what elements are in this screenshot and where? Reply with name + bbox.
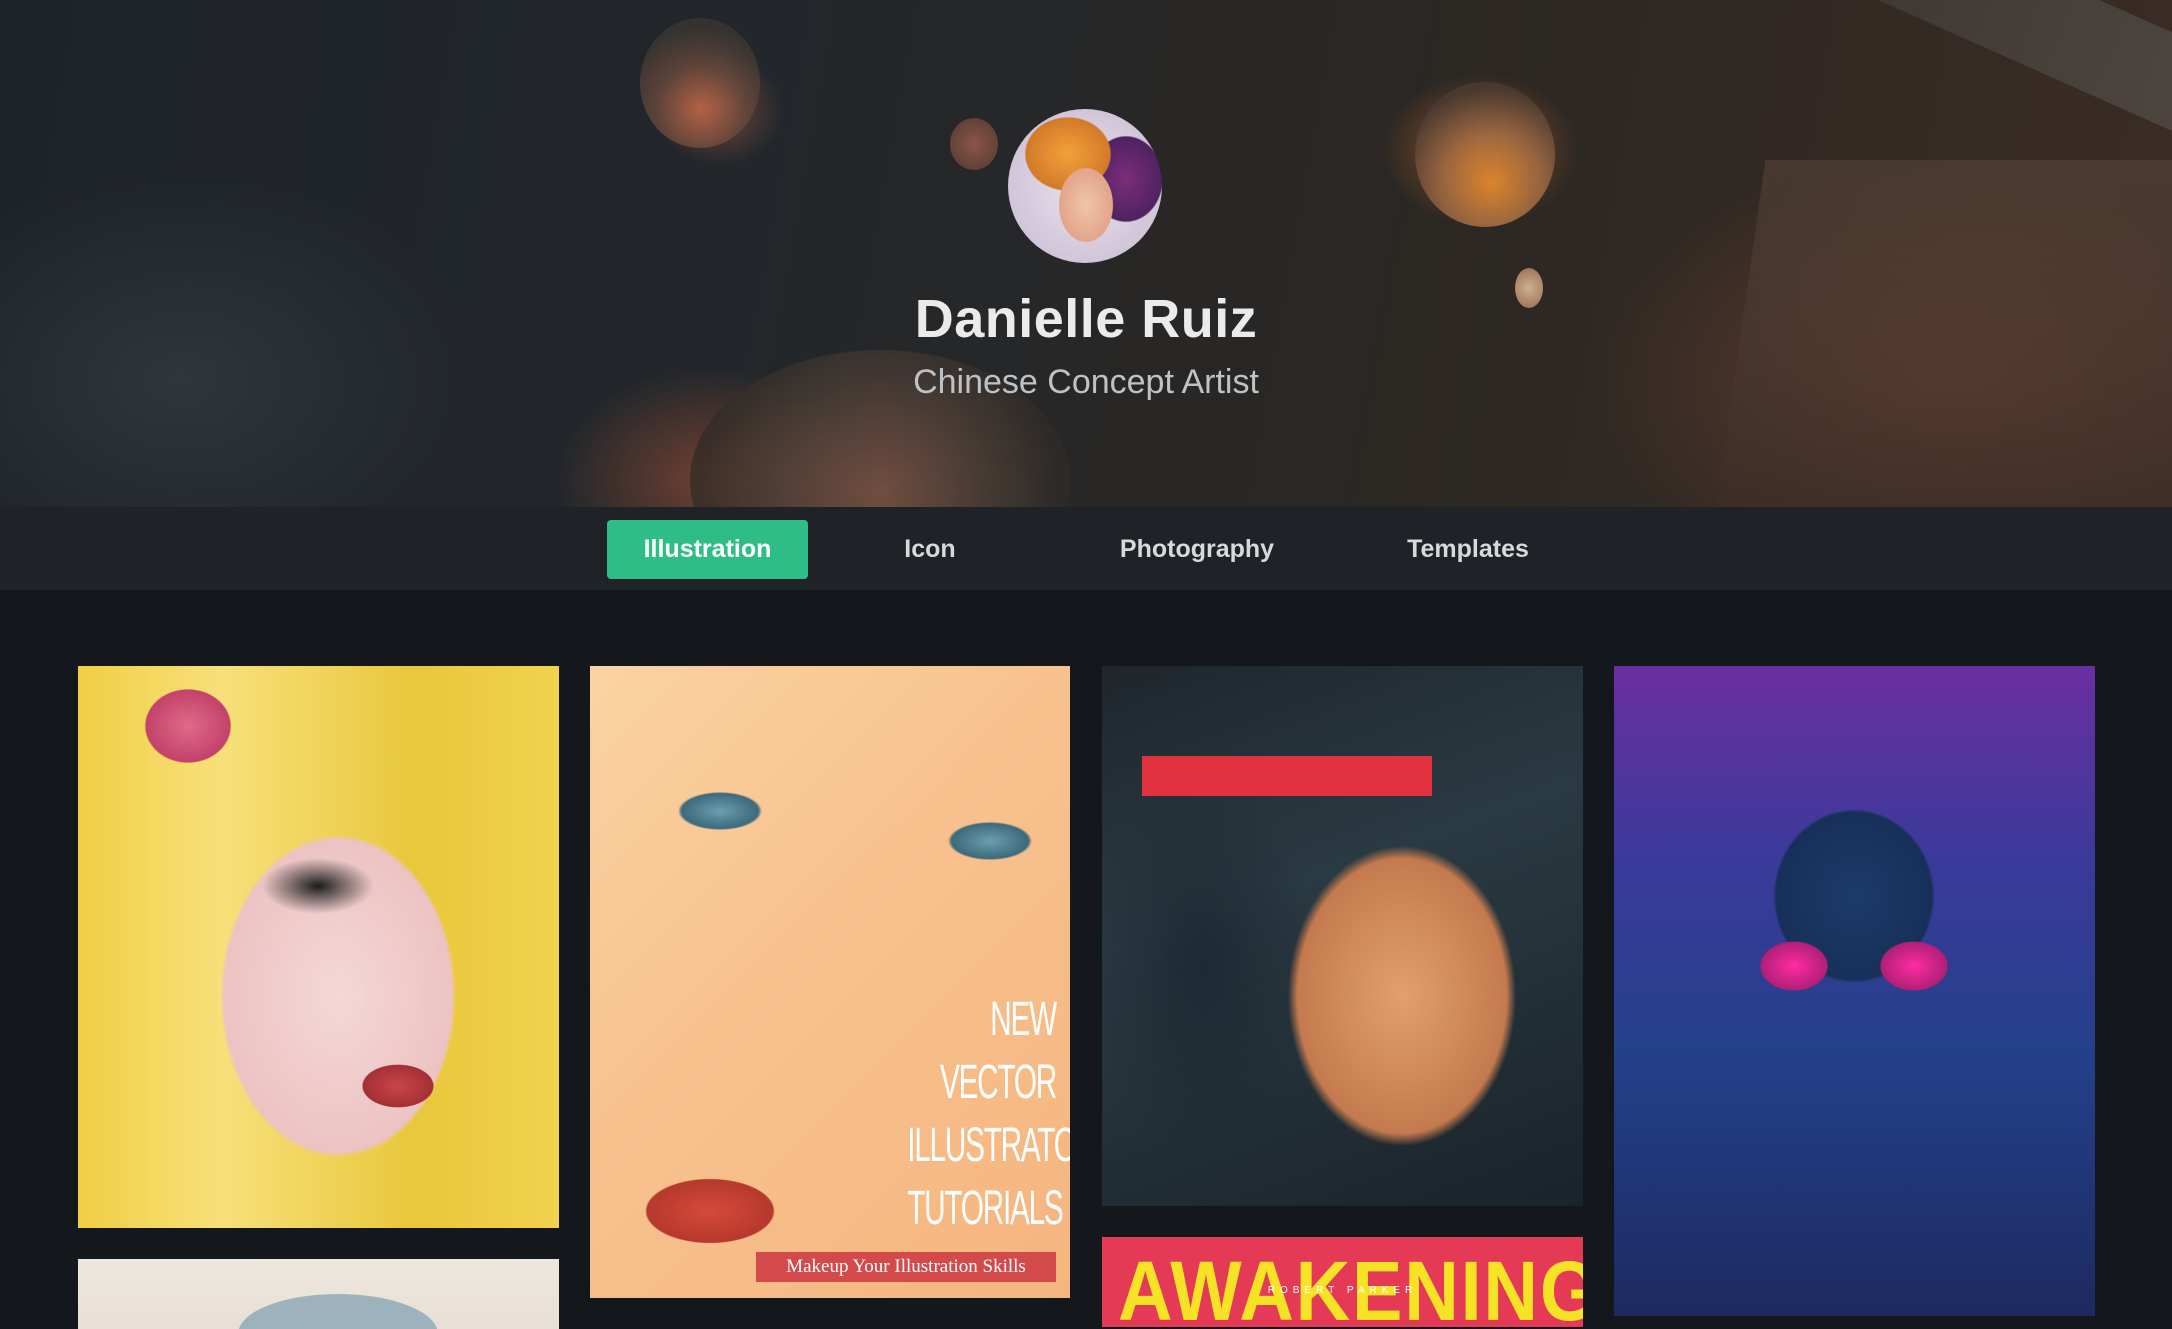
tab-templates[interactable]: Templates <box>1368 520 1568 579</box>
poster-title: NEW VECTOR ILLUSTRATOR TUTORIALS <box>907 988 1070 1240</box>
profile-title: Chinese Concept Artist <box>913 363 1259 401</box>
poster-line: VECTOR <box>939 1056 1057 1109</box>
category-tabs: Illustration Icon Photography Templates <box>0 507 2172 590</box>
profile-name: Danielle Ruiz <box>914 289 1258 349</box>
tab-illustration[interactable]: Illustration <box>607 520 808 579</box>
gallery-item-cassette[interactable] <box>1614 666 2095 1316</box>
poster-line: TUTORIALS <box>907 1182 1064 1235</box>
poster-credit: ROBERT PARKER <box>1267 1285 1418 1296</box>
poster-line: ILLUSTRATOR <box>907 1119 1070 1172</box>
portrait-hair-decoration <box>238 1294 438 1329</box>
gallery-item-red-visor[interactable] <box>1102 666 1583 1206</box>
profile-hero: Danielle Ruiz Chinese Concept Artist <box>0 0 2172 507</box>
avatar[interactable] <box>1008 109 1162 263</box>
poster-line: NEW <box>990 993 1057 1046</box>
gallery-item-blonde-woman[interactable] <box>78 666 559 1228</box>
tab-photography[interactable]: Photography <box>1097 520 1297 579</box>
poster-strip: Makeup Your Illustration Skills <box>756 1252 1056 1282</box>
gallery-item-vector-tutorials[interactable]: NEW VECTOR ILLUSTRATOR TUTORIALS Makeup … <box>590 666 1070 1298</box>
lantern-decoration <box>640 18 760 148</box>
gallery-item-portrait[interactable] <box>78 1259 559 1329</box>
hero-beam-decoration <box>1725 0 2172 160</box>
lantern-decoration <box>950 118 998 170</box>
tab-icon[interactable]: Icon <box>830 520 1030 579</box>
lantern-decoration <box>1415 82 1555 227</box>
